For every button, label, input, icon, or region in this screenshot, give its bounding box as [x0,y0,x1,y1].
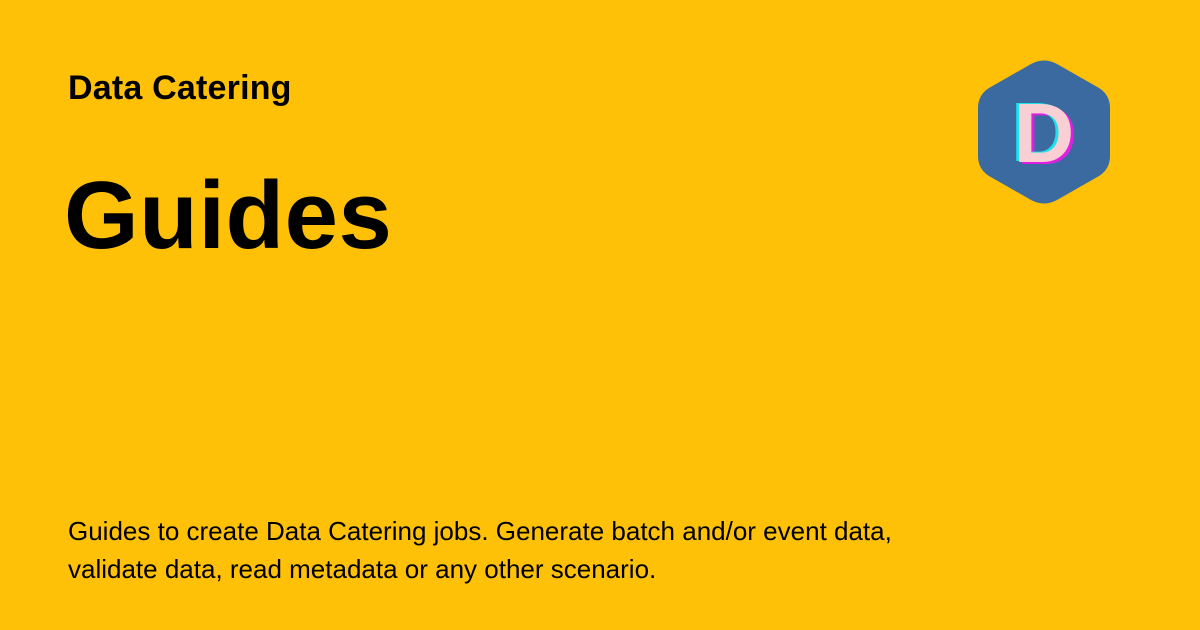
site-name: Data Catering [68,69,292,107]
hexagon-d-logo-icon: D D D [975,58,1113,206]
logo-letter: D [1014,86,1075,180]
page-title: Guides [64,162,393,269]
page-description: Guides to create Data Catering jobs. Gen… [68,516,892,584]
logo-svg: D D D [978,60,1110,204]
social-card: Data Catering Guides Guides to create Da… [0,0,1200,630]
